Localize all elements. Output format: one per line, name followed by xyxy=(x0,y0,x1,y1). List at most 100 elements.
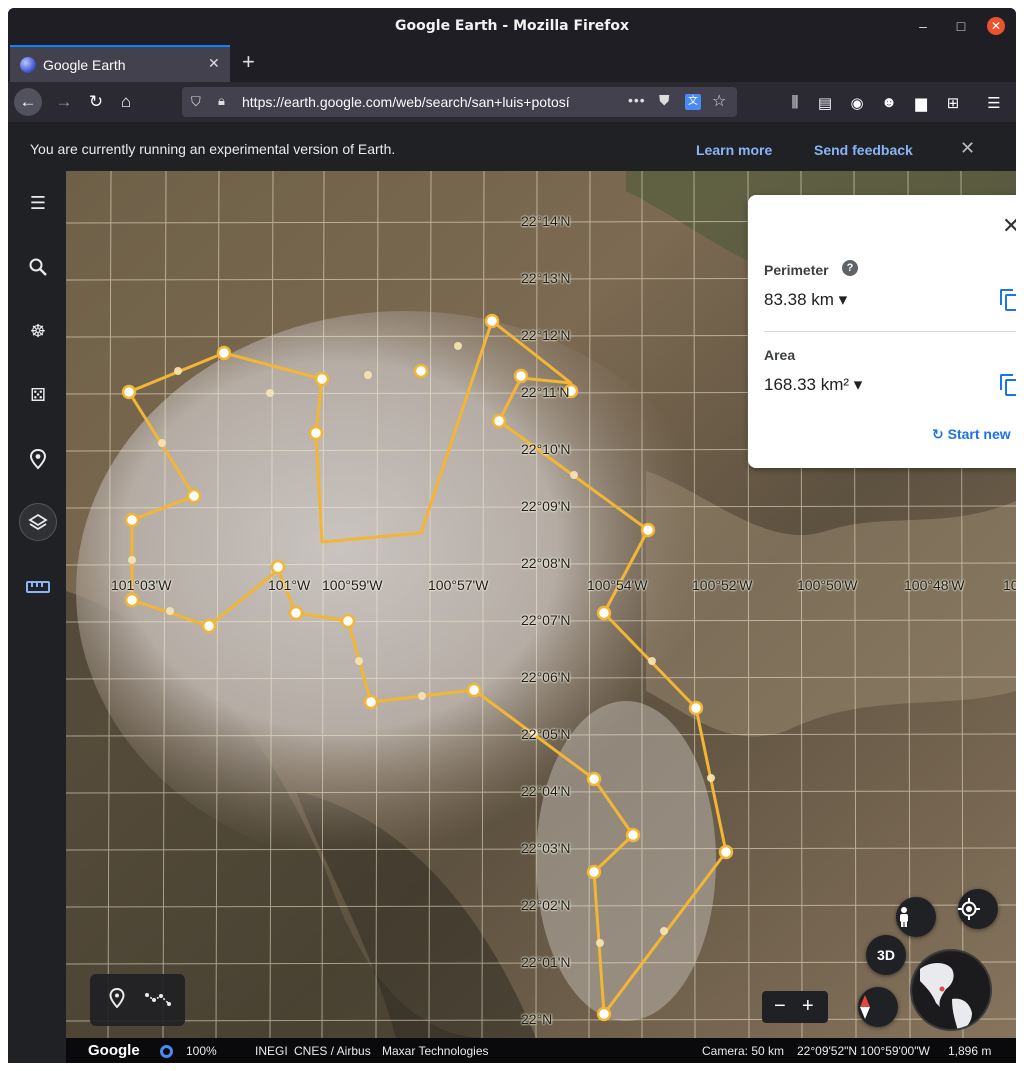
perimeter-label: Perimeter xyxy=(764,262,829,278)
send-feedback-link[interactable]: Send feedback xyxy=(814,142,913,158)
account-icon[interactable]: ◉ xyxy=(846,94,868,112)
banner-message: You are currently running an experimenta… xyxy=(30,141,396,157)
google-earth-favicon-icon xyxy=(20,57,36,73)
copy-perimeter-icon[interactable] xyxy=(1000,289,1016,311)
load-percent: 100% xyxy=(186,1044,217,1058)
lat-label: 22°14'N xyxy=(521,213,571,229)
minimize-button[interactable]: – xyxy=(914,17,932,35)
zoom-controls: − + xyxy=(762,991,828,1023)
elevation: 1,896 m xyxy=(948,1044,992,1058)
home-button[interactable]: ⌂ xyxy=(112,88,140,116)
translate-icon[interactable]: 文 xyxy=(685,94,701,110)
tab-close-icon[interactable]: ✕ xyxy=(208,55,220,72)
zoom-out-button[interactable]: − xyxy=(774,995,786,1018)
extension-2-icon[interactable]: ▆ xyxy=(910,94,932,112)
lat-label: 22°06'N xyxy=(521,669,571,685)
extension-3-icon[interactable]: ⊞ xyxy=(942,94,964,112)
google-logo: Google xyxy=(88,1042,140,1059)
lon-label: 100°59'W xyxy=(322,577,383,593)
tab-bar: Google Earth ✕ + xyxy=(8,45,1016,82)
lat-label: 22°N xyxy=(521,1011,553,1027)
feeling-lucky-icon[interactable]: ⚄ xyxy=(22,379,54,411)
projects-icon[interactable] xyxy=(22,443,54,475)
camera-altitude: Camera: 50 km xyxy=(702,1044,785,1058)
window-title: Google Earth - Mozilla Firefox xyxy=(395,18,629,34)
my-location-button[interactable] xyxy=(958,889,998,929)
lat-label: 22°07'N xyxy=(521,612,571,628)
pegman-street-view-button[interactable] xyxy=(896,897,936,937)
lon-label: 100°48'W xyxy=(904,577,965,593)
library-icon[interactable]: ⫼ xyxy=(784,94,806,111)
navigation-toolbar: ← → ↻ ⌂ ⛉ 🔒︎ https://earth.google.com/we… xyxy=(8,82,1016,122)
experimental-version-banner: You are currently running an experimenta… xyxy=(8,122,1016,171)
globe-icon xyxy=(913,952,990,1029)
zoom-in-button[interactable]: + xyxy=(802,995,814,1018)
lon-label: 101°03'W xyxy=(111,577,172,593)
bookmark-star-icon[interactable]: ☆ xyxy=(712,91,726,111)
lon-label: 100°52'W xyxy=(692,577,753,593)
lat-label: 22°05'N xyxy=(521,726,571,742)
status-bar: Google 100% INEGI CNES / Airbus Maxar Te… xyxy=(66,1038,1016,1063)
measure-close-icon[interactable]: ✕ xyxy=(1002,213,1016,239)
lat-label: 22°10'N xyxy=(521,441,571,457)
url-bar[interactable]: ⛉ 🔒︎ https://earth.google.com/web/search… xyxy=(182,87,737,117)
lat-label: 22°03'N xyxy=(521,840,571,856)
back-button[interactable]: ← xyxy=(14,88,42,116)
close-window-button[interactable]: ✕ xyxy=(987,17,1005,35)
lat-label: 22°09'N xyxy=(521,498,571,514)
lat-label: 22°13'N xyxy=(521,270,571,286)
firefox-window: Google Earth - Mozilla Firefox – □ ✕ Goo… xyxy=(8,8,1016,1063)
loading-ring-icon xyxy=(160,1045,173,1058)
lon-label: 10 xyxy=(1003,577,1016,593)
measure-panel: ✕ Perimeter ? 83.38 km ▾ Area 168.33 km²… xyxy=(748,195,1016,468)
tab-title: Google Earth xyxy=(43,57,126,73)
pocket-icon[interactable]: ⛊ xyxy=(659,92,670,109)
divider xyxy=(764,331,1016,332)
start-new-button[interactable]: ↻ Start new xyxy=(932,426,1011,443)
lat-label: 22°12'N xyxy=(521,327,571,343)
attribution-cnes: CNES / Airbus xyxy=(294,1044,371,1058)
area-value[interactable]: 168.33 km² ▾ xyxy=(764,375,862,395)
toggle-3d-button[interactable]: 3D xyxy=(866,935,906,975)
cursor-coordinates: 22°09'52"N 100°59'00"W xyxy=(797,1044,930,1058)
attribution-inegi: INEGI xyxy=(255,1044,288,1058)
hamburger-menu-icon[interactable]: ☰ xyxy=(983,94,1005,112)
lon-label: 100°54'W xyxy=(587,577,648,593)
maximize-button[interactable]: □ xyxy=(952,17,970,35)
lat-label: 22°04'N xyxy=(521,783,571,799)
page-actions-more-icon[interactable]: ••• xyxy=(628,92,646,108)
lon-label: 100°57'W xyxy=(428,577,489,593)
url-text[interactable]: https://earth.google.com/web/search/san+… xyxy=(242,94,620,110)
perimeter-value[interactable]: 83.38 km ▾ xyxy=(764,290,847,310)
title-bar: Google Earth - Mozilla Firefox – □ ✕ xyxy=(8,8,1016,45)
lat-label: 22°08'N xyxy=(521,555,571,571)
measure-icon[interactable] xyxy=(22,571,54,603)
lon-label: 101°W xyxy=(268,577,311,593)
sidebar-toggle-icon[interactable]: ▤ xyxy=(814,94,836,112)
menu-icon[interactable]: ☰ xyxy=(22,187,54,219)
learn-more-link[interactable]: Learn more xyxy=(696,142,772,158)
mini-globe[interactable] xyxy=(910,949,992,1031)
lat-label: 22°11'N xyxy=(521,384,570,400)
search-icon[interactable] xyxy=(22,251,54,283)
lat-label: 22°02'N xyxy=(521,897,571,913)
drawing-tools xyxy=(90,974,185,1026)
lock-icon[interactable]: 🔒︎ xyxy=(218,93,225,109)
tracking-protection-shield-icon[interactable]: ⛉ xyxy=(191,94,201,110)
perimeter-unit-dropdown-icon[interactable]: ▾ xyxy=(839,290,848,309)
compass-icon[interactable] xyxy=(858,987,898,1027)
area-unit-dropdown-icon[interactable]: ▾ xyxy=(854,375,863,394)
lon-label: 100°50'W xyxy=(797,577,858,593)
banner-close-icon[interactable]: ✕ xyxy=(960,138,975,159)
tab-google-earth[interactable]: Google Earth ✕ xyxy=(10,45,230,82)
satellite-map-view[interactable]: 22°14'N 22°13'N 22°12'N 22°11'N 22°10'N … xyxy=(66,171,1016,1038)
new-tab-button[interactable]: + xyxy=(242,49,255,75)
forward-button[interactable]: → xyxy=(50,88,78,116)
lat-label: 22°01'N xyxy=(521,954,571,970)
extension-icon[interactable]: ☻ xyxy=(878,94,900,111)
reload-button[interactable]: ↻ xyxy=(82,88,110,116)
copy-area-icon[interactable] xyxy=(1000,374,1016,396)
voyager-icon[interactable]: ☸ xyxy=(22,315,54,347)
map-style-icon[interactable] xyxy=(19,503,57,541)
help-icon[interactable]: ? xyxy=(842,260,858,276)
